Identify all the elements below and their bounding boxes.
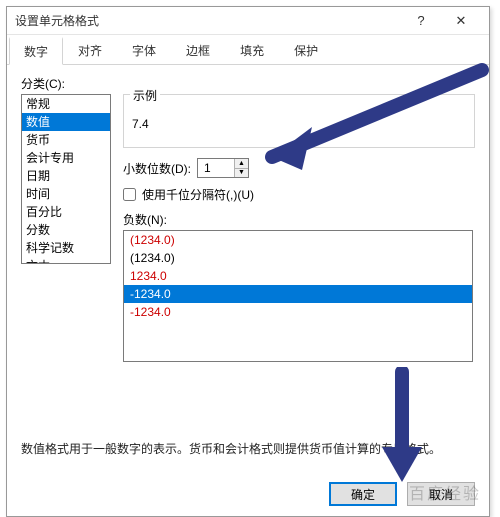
- negative-format-item[interactable]: -1234.0: [124, 285, 472, 303]
- cancel-button[interactable]: 取消: [407, 482, 475, 506]
- tab-label: 边框: [186, 44, 210, 58]
- format-cells-dialog: 设置单元格格式 ? ✕ 数字 对齐 字体 边框 填充 保护 分类(C): 常规 …: [6, 6, 490, 517]
- spinner-down-button[interactable]: ▼: [235, 169, 248, 178]
- category-item[interactable]: 时间: [22, 185, 110, 203]
- sample-legend: 示例: [130, 87, 160, 104]
- negative-format-item[interactable]: (1234.0): [124, 231, 472, 249]
- decimal-places-label: 小数位数(D):: [123, 160, 191, 177]
- tab-label: 数字: [24, 45, 48, 59]
- category-item[interactable]: 会计专用: [22, 149, 110, 167]
- sample-box: 示例 7.4: [123, 94, 475, 148]
- title-bar: 设置单元格格式 ? ✕: [7, 7, 489, 35]
- tab-font[interactable]: 字体: [117, 37, 171, 64]
- tab-number[interactable]: 数字: [9, 37, 63, 65]
- category-listbox[interactable]: 常规 数值 货币 会计专用 日期 时间 百分比 分数 科学记数 文本 特殊 自定…: [21, 94, 111, 264]
- chevron-up-icon: ▲: [238, 160, 245, 167]
- negative-format-item[interactable]: 1234.0: [124, 267, 472, 285]
- tab-bar: 数字 对齐 字体 边框 填充 保护: [7, 35, 489, 65]
- category-label: 分类(C):: [21, 75, 475, 92]
- category-item[interactable]: 分数: [22, 221, 110, 239]
- category-item[interactable]: 数值: [22, 113, 110, 131]
- category-item[interactable]: 文本: [22, 257, 110, 264]
- tab-label: 字体: [132, 44, 156, 58]
- format-description: 数值格式用于一般数字的表示。货币和会计格式则提供货币值计算的专用格式。: [21, 440, 475, 457]
- tab-label: 填充: [240, 44, 264, 58]
- tab-border[interactable]: 边框: [171, 37, 225, 64]
- help-button[interactable]: ?: [401, 9, 441, 33]
- thousands-separator-checkbox[interactable]: [123, 188, 136, 201]
- help-icon: ?: [417, 13, 424, 28]
- category-item[interactable]: 科学记数: [22, 239, 110, 257]
- chevron-down-icon: ▼: [238, 169, 245, 176]
- tab-label: 对齐: [78, 44, 102, 58]
- close-icon: ✕: [456, 13, 467, 29]
- negative-format-item[interactable]: (1234.0): [124, 249, 472, 267]
- dialog-title: 设置单元格格式: [15, 12, 401, 29]
- negative-numbers-listbox[interactable]: (1234.0) (1234.0) 1234.0 -1234.0 -1234.0: [123, 230, 473, 362]
- close-button[interactable]: ✕: [441, 9, 481, 33]
- content-panel: 分类(C): 常规 数值 货币 会计专用 日期 时间 百分比 分数 科学记数 文…: [7, 65, 489, 465]
- tab-label: 保护: [294, 44, 318, 58]
- thousands-separator-label: 使用千位分隔符(,)(U): [142, 186, 254, 203]
- tab-alignment[interactable]: 对齐: [63, 37, 117, 64]
- tab-protection[interactable]: 保护: [279, 37, 333, 64]
- sample-value: 7.4: [132, 117, 466, 131]
- category-item[interactable]: 日期: [22, 167, 110, 185]
- number-options-panel: 示例 7.4 小数位数(D): ▲ ▼ 使用千位分隔符(,)(U: [123, 94, 475, 362]
- category-item[interactable]: 常规: [22, 95, 110, 113]
- decimal-places-input[interactable]: [198, 159, 234, 177]
- spinner-up-button[interactable]: ▲: [235, 159, 248, 169]
- dialog-footer: 确定 取消: [329, 482, 475, 506]
- cancel-button-label: 取消: [429, 486, 453, 503]
- tab-fill[interactable]: 填充: [225, 37, 279, 64]
- negative-numbers-label: 负数(N):: [123, 211, 475, 228]
- ok-button-label: 确定: [351, 486, 375, 503]
- ok-button[interactable]: 确定: [329, 482, 397, 506]
- negative-format-item[interactable]: -1234.0: [124, 303, 472, 321]
- decimal-places-spinner: ▲ ▼: [197, 158, 249, 178]
- category-item[interactable]: 货币: [22, 131, 110, 149]
- category-item[interactable]: 百分比: [22, 203, 110, 221]
